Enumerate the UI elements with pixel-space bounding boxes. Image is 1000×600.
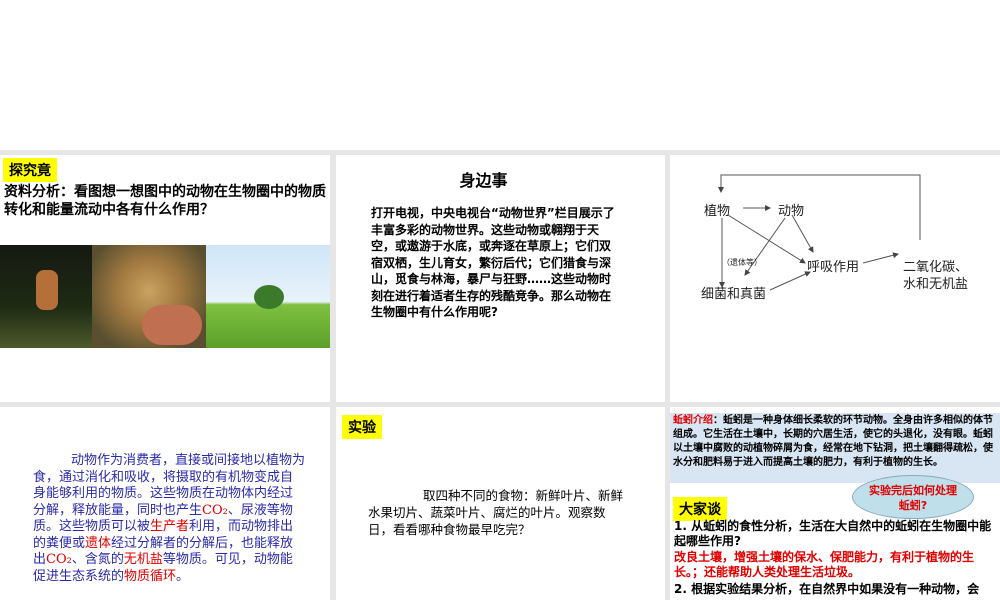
- producer-highlight: 生产者: [150, 519, 190, 534]
- question-1: 1. 从蚯蚓的食性分析，生活在大自然中的蚯蚓在生物圈中能起哪些作用?: [674, 519, 992, 548]
- slide-title: 身边事: [459, 171, 508, 190]
- salt-highlight: 无机盐: [123, 552, 163, 567]
- question-2: 2. 根据实验结果分析，在自然界中如果没有一种动物，会: [674, 582, 980, 596]
- slide-cycle-diagram[interactable]: 植物 动物 （遗体等） 呼吸作用 细菌和真菌 二氧化碳、 水和无机盐: [670, 155, 1000, 402]
- question-cloud: 实验完后如何处理蚯蚓?: [852, 475, 974, 519]
- experiment-text: 取四种不同的食物：新鲜叶片、新鲜水果切片、蔬菜叶片、腐烂的叶片。观察数日，看看哪…: [368, 488, 624, 537]
- grassland-photo: [206, 245, 330, 348]
- node-respiration: 呼吸作用: [807, 260, 860, 275]
- node-animal: 动物: [778, 204, 805, 219]
- slide-animal-role[interactable]: 动物作为消费者，直接或间接地以植物为食，通过消化和吸收，将摄取的有机物变成自身能…: [0, 407, 330, 600]
- node-co2-water-salt-2: 水和无机盐: [903, 277, 969, 292]
- deer-photo: [0, 245, 92, 348]
- remains-highlight: 遗体: [85, 535, 112, 551]
- co2-highlight: CO₂: [202, 502, 228, 518]
- slide-nearby[interactable]: 身边事 打开电视，中央电视台“动物世界”栏目展示了丰富多彩的动物世界。这些动物或…: [336, 155, 665, 402]
- tag-discuss: 大家谈: [673, 497, 727, 521]
- tag-experiment: 实验: [342, 415, 382, 439]
- node-plant: 植物: [704, 204, 731, 219]
- slide-earthworm[interactable]: 蚯蚓介绍：蚯蚓是一种身体细长柔软的环节动物。全身由许多相似的体节组成。它生活在土…: [670, 407, 1000, 600]
- earthworm-intro: 蚯蚓介绍：蚯蚓是一种身体细长柔软的环节动物。全身由许多相似的体节组成。它生活在土…: [670, 413, 1000, 483]
- node-bacteria-fungi: 细菌和真菌: [701, 287, 767, 302]
- tag-explore: 探究竟: [3, 158, 57, 182]
- role-paragraph: 动物作为消费者，直接或间接地以植物为食，通过消化和吸收，将摄取的有机物变成自身能…: [33, 453, 305, 585]
- co2-highlight: CO₂: [46, 552, 72, 567]
- story-text: 打开电视，中央电视台“动物世界”栏目展示了丰富多彩的动物世界。这些动物或翱翔于天…: [371, 206, 615, 319]
- label-remains: （遗体等）: [722, 258, 762, 267]
- text: 、含氮的: [71, 552, 124, 567]
- slide-experiment[interactable]: 实验 取四种不同的食物：新鲜叶片、新鲜水果切片、蔬菜叶片、腐烂的叶片。观察数日，…: [336, 407, 665, 600]
- answer-1: 改良土壤，增强土壤的保水、保肥能力，有利于植物的生长。；还能帮助人类处理生活垃圾…: [674, 550, 975, 579]
- text: 。: [176, 568, 190, 584]
- intro-text: ：蚯蚓是一种身体细长柔软的环节动物。全身由许多相似的体节组成。它生活在土壤中，长…: [673, 415, 993, 468]
- cycle-highlight: 物质循环: [124, 568, 177, 584]
- intro-label: 蚯蚓介绍: [673, 415, 713, 426]
- leopard-photo: [92, 245, 206, 348]
- question-text: 资料分析：看图想一想图中的动物在生物圈中的物质转化和能量流动中各有什么作用？: [4, 184, 326, 218]
